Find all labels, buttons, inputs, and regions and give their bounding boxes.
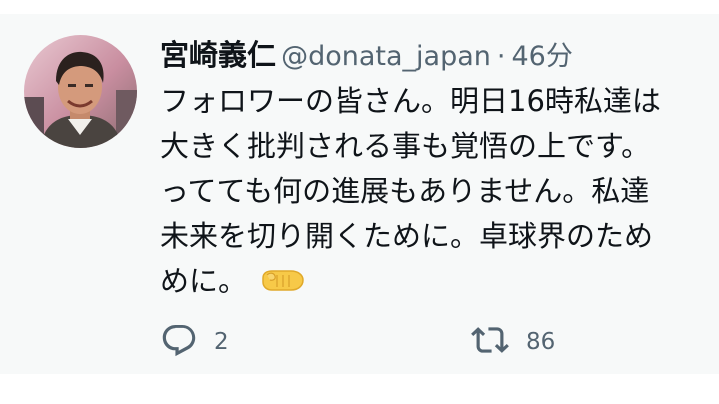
retweet-icon[interactable] [470,321,510,363]
separator-dot: · [496,41,506,72]
tweet-line: 未来を切り開くために。卓球界のため [160,219,654,253]
tweet-actions: 2 86 [160,320,680,364]
timestamp[interactable]: 46分 [512,41,573,72]
tweet-card[interactable]: 宮崎義仁 @donata_japan · 46分 フォロワーの皆さん。明日16時私達… [0,14,719,374]
avatar[interactable] [24,35,137,148]
fist-emoji-icon [261,261,305,305]
avatar-photo [24,35,137,148]
tweet-line: フォロワーの皆さん。明日16時私達は [160,84,661,118]
tweet-text: フォロワーの皆さん。明日16時私達は 大きく批判される事も覚悟の上です。 ってて… [160,79,719,304]
tweet-line-last: めに。 [160,259,719,304]
retweet-count: 86 [526,329,556,355]
reply-count: 2 [214,329,229,355]
user-handle[interactable]: @donata_japan [281,41,491,72]
retweet-button[interactable]: 86 [470,320,555,364]
tweet-line-text: めに。 [160,264,248,298]
reply-icon[interactable] [160,321,198,363]
tweet-header: 宮崎義仁 @donata_japan · 46分 [160,33,573,82]
tweet-line: ってても何の進展もありません。私達 [160,174,650,208]
display-name[interactable]: 宮崎義仁 [160,38,276,72]
tweet-line: 大きく批判される事も覚悟の上です。 [160,129,651,163]
reply-button[interactable]: 2 [160,320,229,364]
